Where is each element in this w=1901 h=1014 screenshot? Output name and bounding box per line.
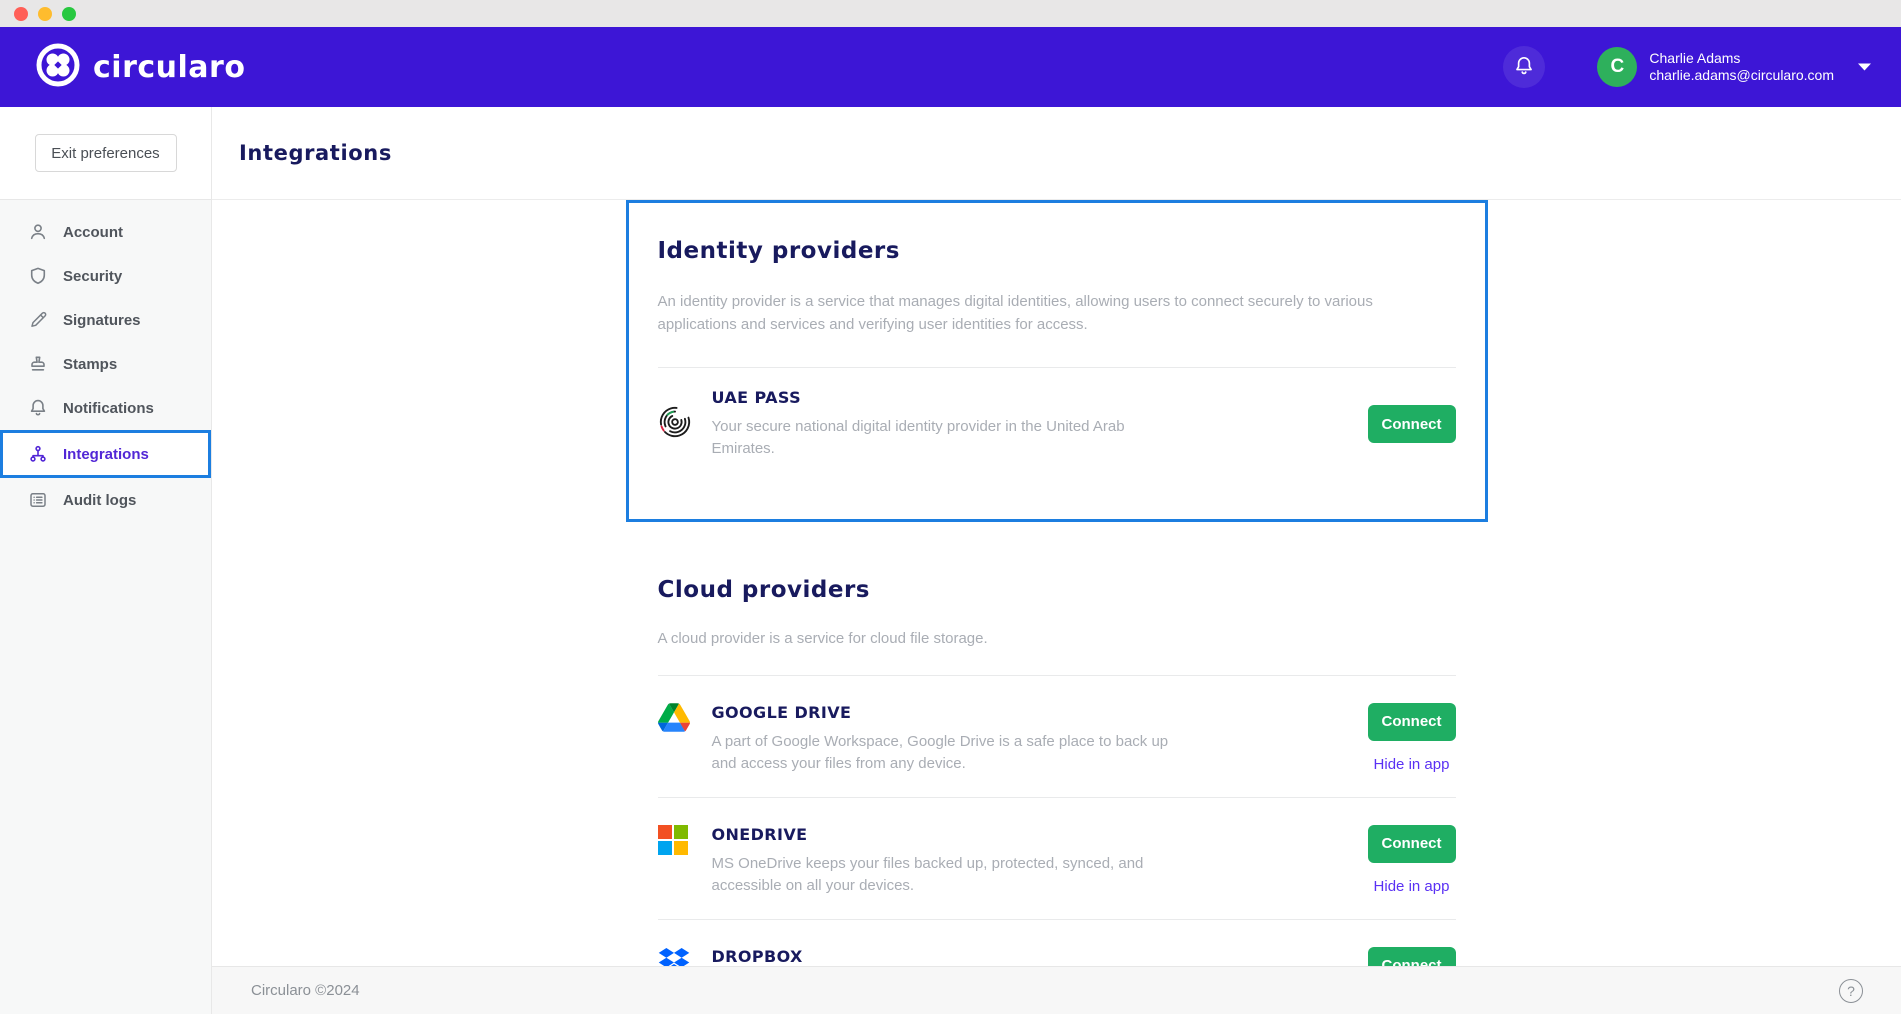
header-right: C Charlie Adams charlie.adams@circularo.… bbox=[1503, 46, 1871, 88]
provider-row-onedrive: ONEDRIVE MS OneDrive keeps your files ba… bbox=[658, 797, 1456, 919]
bell-icon bbox=[27, 398, 49, 418]
shield-icon bbox=[27, 266, 49, 286]
sidebar-item-label: Notifications bbox=[63, 400, 154, 417]
sidebar-item-label: Signatures bbox=[63, 312, 141, 329]
provider-description: A part of Google Workspace, Google Drive… bbox=[712, 731, 1187, 776]
stamp-icon bbox=[27, 354, 49, 374]
help-icon[interactable]: ? bbox=[1839, 979, 1863, 1003]
logo-text: circularo bbox=[93, 50, 245, 85]
cloud-providers-description: A cloud provider is a service for cloud … bbox=[658, 627, 1456, 650]
sidebar-top: Exit preferences bbox=[0, 107, 211, 200]
sidebar-item-security[interactable]: Security bbox=[0, 254, 211, 298]
user-info: Charlie Adams charlie.adams@circularo.co… bbox=[1649, 50, 1834, 85]
close-window-button[interactable] bbox=[14, 7, 28, 21]
connect-onedrive-button[interactable]: Connect bbox=[1368, 825, 1456, 863]
avatar: C bbox=[1597, 47, 1637, 87]
sidebar-item-label: Security bbox=[63, 268, 122, 285]
sidebar-item-label: Account bbox=[63, 224, 123, 241]
hide-in-app-onedrive-link[interactable]: Hide in app bbox=[1374, 878, 1450, 895]
identity-providers-title: Identity providers bbox=[658, 238, 1456, 264]
divider bbox=[658, 367, 1456, 368]
provider-row-dropbox: DROPBOX Dropbox lets you upload, save, a… bbox=[658, 919, 1456, 966]
identity-providers-description: An identity provider is a service that m… bbox=[658, 290, 1456, 337]
microsoft-icon bbox=[658, 825, 692, 860]
provider-name: DROPBOX bbox=[712, 947, 1368, 966]
notifications-bell-button[interactable] bbox=[1503, 46, 1545, 88]
provider-text: ONEDRIVE MS OneDrive keeps your files ba… bbox=[712, 825, 1368, 898]
cloud-providers-title: Cloud providers bbox=[658, 577, 1456, 603]
cloud-providers-section: Cloud providers A cloud provider is a se… bbox=[658, 577, 1456, 967]
pen-icon bbox=[27, 310, 49, 330]
sidebar-item-stamps[interactable]: Stamps bbox=[0, 342, 211, 386]
provider-name: GOOGLE DRIVE bbox=[712, 703, 1368, 722]
user-menu[interactable]: C Charlie Adams charlie.adams@circularo.… bbox=[1597, 47, 1871, 87]
sidebar-item-integrations[interactable]: Integrations bbox=[0, 430, 211, 478]
footer: Circularo ©2024 ? bbox=[212, 966, 1901, 1014]
zoom-window-button[interactable] bbox=[62, 7, 76, 21]
connect-uae-pass-button[interactable]: Connect bbox=[1368, 405, 1456, 443]
provider-name: UAE PASS bbox=[712, 388, 1368, 407]
app-body: Exit preferences Account bbox=[0, 107, 1901, 1014]
main-area: Integrations Identity providers An ident… bbox=[212, 107, 1901, 1014]
page-header: Integrations bbox=[212, 107, 1901, 200]
provider-actions: Connect Hide in app bbox=[1368, 825, 1456, 895]
google-drive-icon bbox=[658, 703, 692, 737]
provider-description: Your secure national digital identity pr… bbox=[712, 416, 1187, 461]
minimize-window-button[interactable] bbox=[38, 7, 52, 21]
provider-description: MS OneDrive keeps your files backed up, … bbox=[712, 853, 1187, 898]
sidebar-item-signatures[interactable]: Signatures bbox=[0, 298, 211, 342]
user-email: charlie.adams@circularo.com bbox=[1649, 67, 1834, 85]
provider-name: ONEDRIVE bbox=[712, 825, 1368, 844]
provider-actions: Connect Hide in app bbox=[1368, 703, 1456, 773]
provider-text: DROPBOX Dropbox lets you upload, save, a… bbox=[712, 947, 1368, 966]
sidebar-item-label: Stamps bbox=[63, 356, 117, 373]
connect-google-drive-button[interactable]: Connect bbox=[1368, 703, 1456, 741]
dropbox-icon bbox=[658, 947, 692, 966]
provider-actions: Connect Hide in app bbox=[1368, 947, 1456, 966]
caret-down-icon bbox=[1858, 58, 1871, 76]
app-header: circularo C Charlie Adams charlie.adams@… bbox=[0, 27, 1901, 107]
exit-preferences-button[interactable]: Exit preferences bbox=[35, 134, 177, 172]
circularo-logo[interactable]: circularo bbox=[36, 43, 245, 92]
hide-in-app-google-drive-link[interactable]: Hide in app bbox=[1374, 756, 1450, 773]
sidebar-item-label: Audit logs bbox=[63, 492, 136, 509]
preferences-nav: Account Security bbox=[0, 200, 211, 522]
page-title: Integrations bbox=[239, 141, 392, 165]
app-window: circularo C Charlie Adams charlie.adams@… bbox=[0, 0, 1901, 1014]
macos-titlebar bbox=[0, 0, 1901, 27]
sidebar-item-label: Integrations bbox=[63, 446, 149, 463]
provider-text: UAE PASS Your secure national digital id… bbox=[712, 388, 1368, 461]
provider-text: GOOGLE DRIVE A part of Google Workspace,… bbox=[712, 703, 1368, 776]
sidebar-item-notifications[interactable]: Notifications bbox=[0, 386, 211, 430]
copyright-text: Circularo ©2024 bbox=[251, 982, 360, 999]
preferences-sidebar: Exit preferences Account bbox=[0, 107, 212, 1014]
sidebar-item-account[interactable]: Account bbox=[0, 210, 211, 254]
bell-icon bbox=[1513, 55, 1535, 80]
clover-logo-icon bbox=[36, 43, 80, 92]
user-icon bbox=[27, 222, 49, 242]
provider-row-google-drive: GOOGLE DRIVE A part of Google Workspace,… bbox=[658, 675, 1456, 797]
page-content: Identity providers An identity provider … bbox=[212, 200, 1901, 966]
sitemap-icon bbox=[27, 444, 49, 464]
list-icon bbox=[27, 490, 49, 510]
identity-providers-section: Identity providers An identity provider … bbox=[626, 200, 1488, 522]
provider-row-uae-pass: UAE PASS Your secure national digital id… bbox=[658, 388, 1456, 461]
user-name: Charlie Adams bbox=[1649, 50, 1834, 68]
sidebar-item-audit-logs[interactable]: Audit logs bbox=[0, 478, 211, 522]
connect-dropbox-button[interactable]: Connect bbox=[1368, 947, 1456, 966]
fingerprint-icon bbox=[658, 402, 692, 447]
